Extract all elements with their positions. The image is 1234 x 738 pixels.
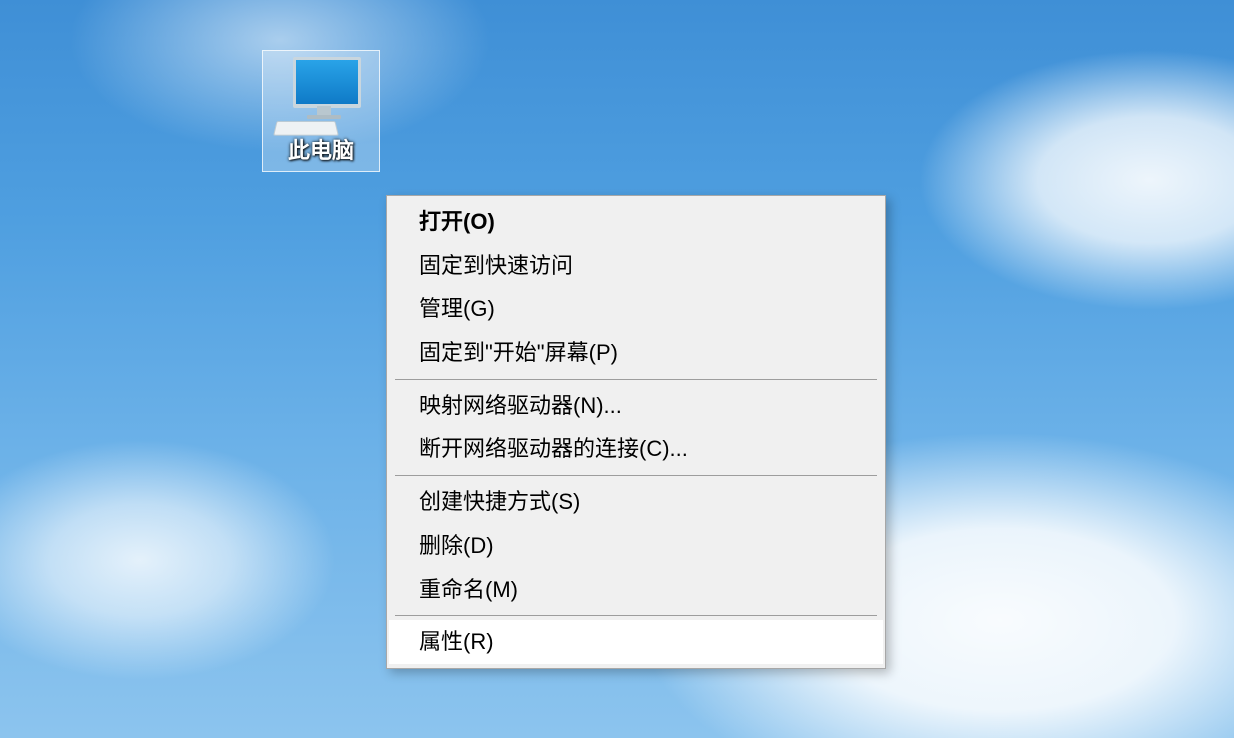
menu-item-manage[interactable]: 管理(G)	[389, 287, 883, 331]
menu-item-pin-start[interactable]: 固定到"开始"屏幕(P)	[389, 331, 883, 375]
context-menu: 打开(O) 固定到快速访问 管理(G) 固定到"开始"屏幕(P) 映射网络驱动器…	[386, 195, 886, 669]
menu-item-pin-quick-access[interactable]: 固定到快速访问	[389, 244, 883, 288]
menu-separator	[395, 379, 877, 380]
menu-item-create-shortcut[interactable]: 创建快捷方式(S)	[389, 480, 883, 524]
menu-item-rename[interactable]: 重命名(M)	[389, 568, 883, 612]
computer-icon	[273, 57, 369, 135]
menu-item-map-network-drive[interactable]: 映射网络驱动器(N)...	[389, 384, 883, 428]
menu-item-delete[interactable]: 删除(D)	[389, 524, 883, 568]
menu-separator	[395, 615, 877, 616]
desktop-icon-this-pc[interactable]: 此电脑	[262, 50, 380, 172]
desktop-wallpaper[interactable]: 此电脑 打开(O) 固定到快速访问 管理(G) 固定到"开始"屏幕(P) 映射网…	[0, 0, 1234, 738]
menu-item-properties[interactable]: 属性(R)	[389, 620, 883, 664]
menu-item-disconnect-network-drive[interactable]: 断开网络驱动器的连接(C)...	[389, 427, 883, 471]
desktop-icon-label: 此电脑	[267, 138, 375, 163]
menu-item-open[interactable]: 打开(O)	[389, 200, 883, 244]
menu-separator	[395, 475, 877, 476]
